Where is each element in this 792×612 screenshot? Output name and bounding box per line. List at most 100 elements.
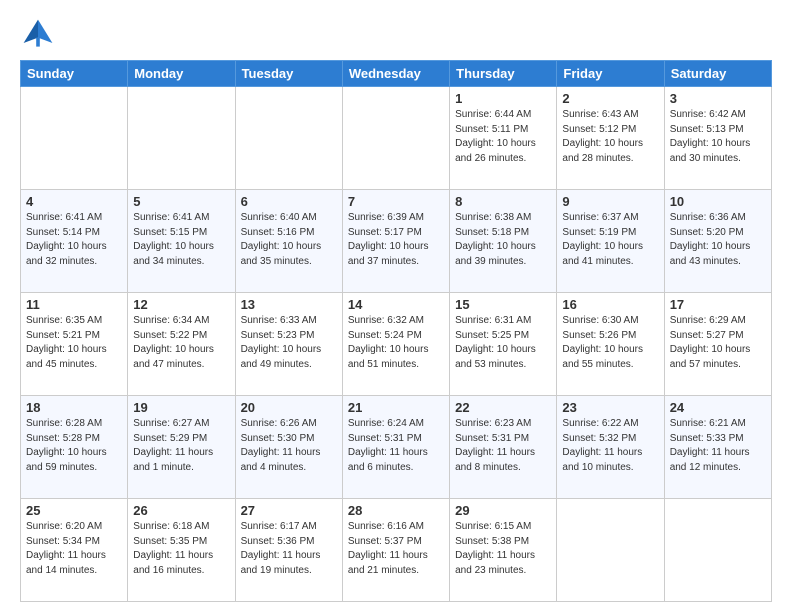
calendar-cell: 6 Sunrise: 6:40 AM Sunset: 5:16 PM Daylig… <box>235 190 342 293</box>
calendar-cell: 22 Sunrise: 6:23 AM Sunset: 5:31 PM Dayli… <box>450 396 557 499</box>
day-info: Sunrise: 6:41 AM Sunset: 5:14 PM Dayligh… <box>26 211 122 269</box>
day-number: 24 <box>670 400 766 415</box>
day-number: 2 <box>562 91 658 106</box>
week-row-2: 4 Sunrise: 6:41 AM Sunset: 5:14 PM Daylig… <box>21 190 772 293</box>
calendar-cell <box>128 87 235 190</box>
day-info: Sunrise: 6:20 AM Sunset: 5:34 PM Dayligh… <box>26 520 122 578</box>
logo-icon <box>20 16 56 52</box>
calendar-cell: 29Sunrise: 6:15 AM Sunset: 5:38 PM Dayli… <box>450 499 557 602</box>
calendar-cell: 15 Sunrise: 6:31 AM Sunset: 5:25 PM Dayli… <box>450 293 557 396</box>
page: SundayMondayTuesdayWednesdayThursdayFrid… <box>0 0 792 612</box>
calendar-cell: 2 Sunrise: 6:43 AM Sunset: 5:12 PM Daylig… <box>557 87 664 190</box>
day-info: Sunrise: 6:21 AM Sunset: 5:33 PM Dayligh… <box>670 417 766 475</box>
calendar-cell: 28Sunrise: 6:16 AM Sunset: 5:37 PM Dayli… <box>342 499 449 602</box>
day-info: Sunrise: 6:44 AM Sunset: 5:11 PM Dayligh… <box>455 108 551 166</box>
day-number: 1 <box>455 91 551 106</box>
calendar-table: SundayMondayTuesdayWednesdayThursdayFrid… <box>20 60 772 602</box>
day-info: Sunrise: 6:32 AM Sunset: 5:24 PM Dayligh… <box>348 314 444 372</box>
day-number: 5 <box>133 194 229 209</box>
day-number: 15 <box>455 297 551 312</box>
day-number: 16 <box>562 297 658 312</box>
day-info: Sunrise: 6:22 AM Sunset: 5:32 PM Dayligh… <box>562 417 658 475</box>
day-number: 27 <box>241 503 337 518</box>
day-number: 28 <box>348 503 444 518</box>
day-number: 3 <box>670 91 766 106</box>
day-number: 17 <box>670 297 766 312</box>
day-info: Sunrise: 6:28 AM Sunset: 5:28 PM Dayligh… <box>26 417 122 475</box>
calendar-cell: 13 Sunrise: 6:33 AM Sunset: 5:23 PM Dayli… <box>235 293 342 396</box>
col-header-sunday: Sunday <box>21 61 128 87</box>
day-info: Sunrise: 6:23 AM Sunset: 5:31 PM Dayligh… <box>455 417 551 475</box>
calendar-cell <box>557 499 664 602</box>
calendar-cell: 25 Sunrise: 6:20 AM Sunset: 5:34 PM Dayli… <box>21 499 128 602</box>
day-number: 22 <box>455 400 551 415</box>
calendar-cell: 9 Sunrise: 6:37 AM Sunset: 5:19 PM Daylig… <box>557 190 664 293</box>
day-info: Sunrise: 6:29 AM Sunset: 5:27 PM Dayligh… <box>670 314 766 372</box>
day-info: Sunrise: 6:37 AM Sunset: 5:19 PM Dayligh… <box>562 211 658 269</box>
calendar-cell: 5 Sunrise: 6:41 AM Sunset: 5:15 PM Daylig… <box>128 190 235 293</box>
day-info: Sunrise: 6:17 AM Sunset: 5:36 PM Dayligh… <box>241 520 337 578</box>
calendar-cell: 27 Sunrise: 6:17 AM Sunset: 5:36 PM Dayli… <box>235 499 342 602</box>
day-info: Sunrise: 6:41 AM Sunset: 5:15 PM Dayligh… <box>133 211 229 269</box>
col-header-thursday: Thursday <box>450 61 557 87</box>
week-row-1: 1 Sunrise: 6:44 AM Sunset: 5:11 PM Daylig… <box>21 87 772 190</box>
day-number: 11 <box>26 297 122 312</box>
day-info: Sunrise: 6:40 AM Sunset: 5:16 PM Dayligh… <box>241 211 337 269</box>
calendar-cell: 16 Sunrise: 6:30 AM Sunset: 5:26 PM Dayli… <box>557 293 664 396</box>
col-header-wednesday: Wednesday <box>342 61 449 87</box>
day-number: 6 <box>241 194 337 209</box>
calendar-cell: 14 Sunrise: 6:32 AM Sunset: 5:24 PM Dayli… <box>342 293 449 396</box>
day-info: Sunrise: 6:27 AM Sunset: 5:29 PM Dayligh… <box>133 417 229 475</box>
calendar-cell: 7 Sunrise: 6:39 AM Sunset: 5:17 PM Daylig… <box>342 190 449 293</box>
calendar-cell: 8 Sunrise: 6:38 AM Sunset: 5:18 PM Daylig… <box>450 190 557 293</box>
calendar-cell: 21 Sunrise: 6:24 AM Sunset: 5:31 PM Dayli… <box>342 396 449 499</box>
calendar-cell: 17 Sunrise: 6:29 AM Sunset: 5:27 PM Dayli… <box>664 293 771 396</box>
calendar-cell: 26Sunrise: 6:18 AM Sunset: 5:35 PM Dayli… <box>128 499 235 602</box>
day-number: 10 <box>670 194 766 209</box>
calendar-cell: 11 Sunrise: 6:35 AM Sunset: 5:21 PM Dayli… <box>21 293 128 396</box>
day-info: Sunrise: 6:38 AM Sunset: 5:18 PM Dayligh… <box>455 211 551 269</box>
week-row-5: 25 Sunrise: 6:20 AM Sunset: 5:34 PM Dayli… <box>21 499 772 602</box>
day-info: Sunrise: 6:43 AM Sunset: 5:12 PM Dayligh… <box>562 108 658 166</box>
day-info: Sunrise: 6:35 AM Sunset: 5:21 PM Dayligh… <box>26 314 122 372</box>
day-info: Sunrise: 6:36 AM Sunset: 5:20 PM Dayligh… <box>670 211 766 269</box>
day-number: 13 <box>241 297 337 312</box>
calendar-cell: 1 Sunrise: 6:44 AM Sunset: 5:11 PM Daylig… <box>450 87 557 190</box>
day-info: Sunrise: 6:24 AM Sunset: 5:31 PM Dayligh… <box>348 417 444 475</box>
calendar-cell <box>235 87 342 190</box>
calendar-cell <box>342 87 449 190</box>
day-number: 4 <box>26 194 122 209</box>
day-number: 9 <box>562 194 658 209</box>
day-number: 12 <box>133 297 229 312</box>
day-info: Sunrise: 6:34 AM Sunset: 5:22 PM Dayligh… <box>133 314 229 372</box>
calendar-cell: 24 Sunrise: 6:21 AM Sunset: 5:33 PM Dayli… <box>664 396 771 499</box>
calendar-cell: 20 Sunrise: 6:26 AM Sunset: 5:30 PM Dayli… <box>235 396 342 499</box>
day-info: Sunrise: 6:18 AM Sunset: 5:35 PM Dayligh… <box>133 520 229 578</box>
calendar-cell: 4 Sunrise: 6:41 AM Sunset: 5:14 PM Daylig… <box>21 190 128 293</box>
col-header-friday: Friday <box>557 61 664 87</box>
day-info: Sunrise: 6:33 AM Sunset: 5:23 PM Dayligh… <box>241 314 337 372</box>
calendar-cell: 23Sunrise: 6:22 AM Sunset: 5:32 PM Dayli… <box>557 396 664 499</box>
day-info: Sunrise: 6:26 AM Sunset: 5:30 PM Dayligh… <box>241 417 337 475</box>
day-number: 14 <box>348 297 444 312</box>
day-info: Sunrise: 6:42 AM Sunset: 5:13 PM Dayligh… <box>670 108 766 166</box>
calendar-cell <box>21 87 128 190</box>
day-number: 7 <box>348 194 444 209</box>
calendar-cell <box>664 499 771 602</box>
day-info: Sunrise: 6:39 AM Sunset: 5:17 PM Dayligh… <box>348 211 444 269</box>
day-number: 20 <box>241 400 337 415</box>
day-number: 21 <box>348 400 444 415</box>
col-header-monday: Monday <box>128 61 235 87</box>
logo <box>20 16 60 52</box>
day-number: 18 <box>26 400 122 415</box>
day-info: Sunrise: 6:15 AM Sunset: 5:38 PM Dayligh… <box>455 520 551 578</box>
day-info: Sunrise: 6:30 AM Sunset: 5:26 PM Dayligh… <box>562 314 658 372</box>
header <box>20 16 772 52</box>
week-row-3: 11 Sunrise: 6:35 AM Sunset: 5:21 PM Dayli… <box>21 293 772 396</box>
col-header-saturday: Saturday <box>664 61 771 87</box>
calendar-cell: 19Sunrise: 6:27 AM Sunset: 5:29 PM Dayli… <box>128 396 235 499</box>
day-number: 25 <box>26 503 122 518</box>
day-info: Sunrise: 6:31 AM Sunset: 5:25 PM Dayligh… <box>455 314 551 372</box>
col-header-tuesday: Tuesday <box>235 61 342 87</box>
day-number: 8 <box>455 194 551 209</box>
